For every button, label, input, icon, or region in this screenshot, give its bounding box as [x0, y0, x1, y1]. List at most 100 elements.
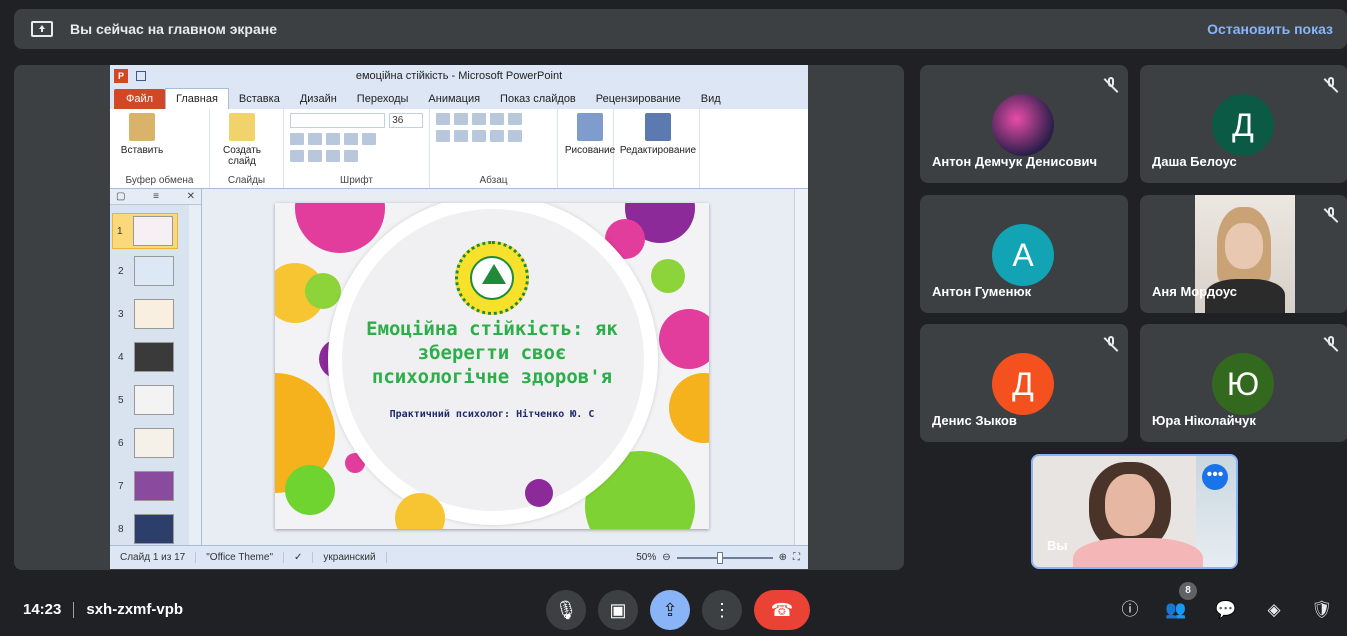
line-spacing-icon[interactable]: [490, 113, 504, 125]
participant-count-badge: 8: [1179, 582, 1197, 600]
zoom-slider[interactable]: [676, 551, 773, 564]
self-view-tile[interactable]: ••• Вы: [1031, 454, 1238, 569]
theme-name: "Office Theme": [196, 552, 284, 563]
italic-icon[interactable]: [308, 133, 322, 145]
outline-tab-icon[interactable]: ≡: [153, 191, 159, 202]
participant-tile[interactable]: Д Даша Белоус: [1140, 65, 1347, 183]
drawing-button[interactable]: Рисование: [564, 113, 616, 156]
more-options-button[interactable]: ⋮: [702, 590, 742, 630]
strikethrough-icon[interactable]: [344, 133, 358, 145]
thumbnail-4[interactable]: 4: [118, 342, 174, 372]
zoom-in-icon[interactable]: ⊕: [779, 552, 787, 563]
slide-canvas: Емоційна стійкість: як зберегти своє пси…: [202, 189, 808, 545]
columns-icon[interactable]: [508, 113, 522, 125]
fit-window-icon[interactable]: ⛶: [793, 552, 800, 563]
stop-presenting-button[interactable]: Остановить показ: [1207, 21, 1333, 37]
binoculars-icon: [645, 113, 671, 141]
info-icon[interactable]: ⓘ: [1118, 598, 1142, 622]
thumbnail-1[interactable]: 1: [112, 213, 178, 249]
thumbnail-image: [134, 385, 174, 415]
thumbnails-scrollbar[interactable]: [189, 205, 201, 545]
close-pane-icon[interactable]: ✕: [187, 191, 195, 202]
indent-icon[interactable]: [472, 113, 486, 125]
tab-view[interactable]: Вид: [691, 93, 731, 109]
chat-icon[interactable]: 💬: [1214, 598, 1238, 622]
tab-design[interactable]: Дизайн: [290, 93, 347, 109]
people-icon[interactable]: 👥: [1164, 598, 1188, 622]
tab-transitions[interactable]: Переходы: [347, 93, 419, 109]
justify-icon[interactable]: [490, 130, 504, 142]
font-name-field[interactable]: [290, 113, 386, 128]
host-controls-icon[interactable]: 🛡: [1310, 598, 1334, 622]
font-size-field[interactable]: 36: [389, 113, 423, 128]
text-direction-icon[interactable]: [508, 130, 522, 142]
college-emblem-icon: [455, 241, 529, 315]
thumbnail-7[interactable]: 7: [118, 471, 174, 501]
participant-tile[interactable]: Аня Мордоус: [1140, 195, 1347, 313]
hang-up-icon: ☎: [770, 599, 794, 620]
decor-circle: [295, 203, 385, 253]
thumbnail-6[interactable]: 6: [118, 428, 174, 458]
zoom-out-icon[interactable]: ⊖: [662, 552, 670, 563]
slides-tab-icon[interactable]: ▢: [116, 191, 125, 202]
tab-slideshow[interactable]: Показ слайдов: [490, 93, 586, 109]
bold-icon[interactable]: [290, 133, 304, 145]
camera-icon: ▣: [609, 599, 627, 620]
participant-tile[interactable]: Ю Юра Ніколайчук: [1140, 324, 1347, 442]
activities-icon[interactable]: ◈: [1262, 598, 1286, 622]
powerpoint-window: P емоційна стійкість - Microsoft PowerPo…: [110, 65, 808, 569]
tab-animation[interactable]: Анимация: [418, 93, 490, 109]
thumbnail-image: [134, 471, 174, 501]
align-left-icon[interactable]: [436, 130, 450, 142]
participant-tile[interactable]: А Антон Гуменюк: [920, 195, 1128, 313]
tab-home[interactable]: Главная: [165, 88, 229, 109]
zoom-control: 50% ⊖ ⊕ ⛶: [636, 551, 800, 564]
tab-insert[interactable]: Вставка: [229, 93, 290, 109]
participant-name: Юра Ніколайчук: [1152, 413, 1256, 428]
underline-icon[interactable]: [326, 133, 340, 145]
avatar: Ю: [1212, 353, 1274, 415]
new-slide-button[interactable]: Создать слайд: [216, 113, 268, 167]
clipboard-group: Вставить Буфер обмена: [110, 109, 210, 188]
participant-name: Антон Гуменюк: [932, 284, 1032, 299]
numbering-icon[interactable]: [454, 113, 468, 125]
ppt-titlebar: P емоційна стійкість - Microsoft PowerPo…: [110, 65, 808, 87]
align-center-icon[interactable]: [454, 130, 468, 142]
thumbnail-5[interactable]: 5: [118, 385, 174, 415]
self-face: [1105, 474, 1155, 536]
avatar: [992, 94, 1054, 156]
paste-button[interactable]: Вставить: [116, 113, 168, 156]
font-color-icon[interactable]: [290, 150, 304, 162]
mic-off-icon: [1103, 336, 1119, 352]
language[interactable]: украинский: [313, 552, 387, 563]
zoom-level[interactable]: 50%: [636, 552, 656, 563]
tab-file[interactable]: Файл: [114, 89, 166, 109]
shadow-icon[interactable]: [362, 133, 376, 145]
leave-call-button[interactable]: ☎: [754, 590, 810, 630]
participant-tile[interactable]: Д Денис Зыков: [920, 324, 1128, 442]
clear-format-icon[interactable]: [344, 150, 358, 162]
bullets-icon[interactable]: [436, 113, 450, 125]
mic-off-icon: [1323, 77, 1339, 93]
thumbnail-number: 4: [118, 351, 124, 363]
mic-off-icon: [1323, 336, 1339, 352]
thumbnail-3[interactable]: 3: [118, 299, 174, 329]
spellcheck-icon[interactable]: ✓: [284, 552, 314, 563]
shrink-font-icon[interactable]: [326, 150, 340, 162]
paragraph-group-label: Абзац: [479, 175, 508, 186]
camera-button[interactable]: ▣: [598, 590, 638, 630]
drawing-label: Рисование: [564, 145, 616, 156]
present-button[interactable]: ⇪: [650, 590, 690, 630]
slide-scrollbar[interactable]: [794, 189, 808, 545]
thumbnail-8[interactable]: 8: [118, 514, 174, 544]
clipboard-icon: [129, 113, 155, 141]
self-name: Вы: [1047, 538, 1068, 553]
microphone-button[interactable]: 🎙: [546, 590, 586, 630]
grow-font-icon[interactable]: [308, 150, 322, 162]
align-right-icon[interactable]: [472, 130, 486, 142]
thumbnail-2[interactable]: 2: [118, 256, 174, 286]
more-options-icon[interactable]: •••: [1202, 464, 1228, 490]
editing-button[interactable]: Редактирование: [620, 113, 696, 156]
tab-review[interactable]: Рецензирование: [586, 93, 691, 109]
participant-tile[interactable]: Антон Демчук Денисович: [920, 65, 1128, 183]
